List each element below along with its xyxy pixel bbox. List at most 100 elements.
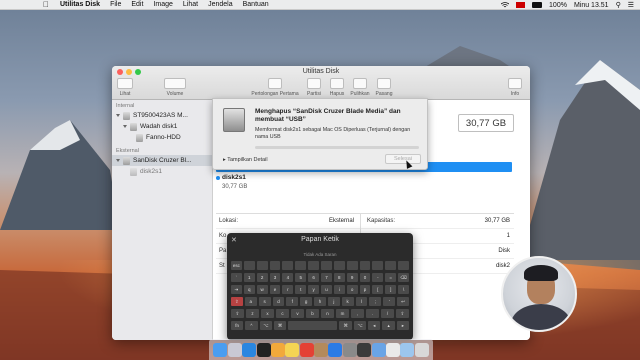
mount-button[interactable] — [377, 78, 391, 89]
finder-window-icon[interactable] — [400, 342, 415, 357]
keyboard-key[interactable]: ▸ — [396, 321, 410, 330]
keyboard-key[interactable]: ' — [383, 297, 396, 306]
first-aid-button[interactable] — [268, 78, 282, 89]
keyboard-key[interactable]: ⇧ — [231, 309, 244, 318]
partition-button[interactable] — [307, 78, 321, 89]
disclosure-triangle-icon[interactable] — [123, 125, 127, 128]
erase-button[interactable] — [330, 78, 344, 89]
notification-center-icon[interactable]: ☰ — [628, 1, 634, 9]
keyboard-key[interactable]: ⇥ — [231, 285, 242, 294]
keyboard-key[interactable]: - — [372, 273, 384, 282]
info-button[interactable] — [508, 78, 522, 89]
keyboard-key[interactable]: ; — [369, 297, 382, 306]
keyboard-key[interactable]: ▴ — [382, 321, 395, 330]
keyboard-key[interactable]: e — [269, 285, 281, 294]
keyboard-key[interactable] — [372, 261, 384, 270]
keyboard-key[interactable] — [282, 261, 294, 270]
keyboard-key[interactable]: j — [327, 297, 340, 306]
keyboard-key[interactable]: 1 — [243, 273, 255, 282]
wifi-icon[interactable] — [500, 2, 510, 8]
keyboard-key[interactable]: a — [244, 297, 257, 306]
battery-icon[interactable] — [532, 2, 543, 8]
menu-image[interactable]: Image — [153, 1, 172, 8]
show-details-toggle[interactable]: ▸ Tampilkan Detail — [223, 157, 268, 163]
keyboard-key[interactable]: / — [381, 309, 394, 318]
keyboard-key[interactable]: 4 — [282, 273, 294, 282]
view-button[interactable] — [117, 78, 133, 89]
keyboard-key[interactable] — [346, 261, 358, 270]
keyboard-key[interactable]: n — [321, 309, 334, 318]
sidebar-item-internal-disk[interactable]: ST9500423AS M... — [112, 110, 212, 121]
menu-edit[interactable]: Edit — [131, 1, 143, 8]
preview-icon[interactable] — [371, 342, 386, 357]
keyboard-key[interactable]: esc — [231, 261, 242, 270]
keyboard-key[interactable]: ⇧ — [396, 309, 409, 318]
photos-icon[interactable] — [270, 342, 285, 357]
apple-menu-icon[interactable]:  — [40, 0, 52, 9]
volume-button[interactable] — [164, 78, 186, 89]
keyboard-key[interactable]: \ — [398, 285, 410, 294]
menu-window[interactable]: Jendela — [208, 1, 233, 8]
trash-icon[interactable] — [414, 342, 429, 357]
keyboard-key[interactable]: 0 — [359, 273, 371, 282]
keyboard-key[interactable]: = — [385, 273, 397, 282]
keyboard-key[interactable]: d — [272, 297, 285, 306]
keyboard-key[interactable]: ` — [231, 273, 242, 282]
keyboard-key[interactable] — [256, 261, 268, 270]
keyboard-key[interactable]: h — [314, 297, 326, 306]
keyboard-key[interactable] — [321, 261, 332, 270]
launchpad-icon[interactable] — [227, 342, 242, 357]
keyboard-key[interactable]: t — [295, 285, 307, 294]
keyboard-key[interactable]: 3 — [269, 273, 281, 282]
keyboard-key[interactable]: 9 — [346, 273, 358, 282]
sidebar-item-usb-disk[interactable]: SanDisk Cruzer Bl... — [112, 155, 212, 166]
keyboard-key[interactable]: x — [261, 309, 274, 318]
chrome-icon[interactable] — [299, 342, 314, 357]
keyboard-key[interactable]: c — [276, 309, 289, 318]
safari-icon[interactable] — [242, 342, 257, 357]
keyboard-key[interactable] — [288, 321, 338, 330]
notes-icon[interactable] — [285, 342, 300, 357]
restore-button[interactable] — [353, 78, 367, 89]
keyboard-key[interactable] — [243, 261, 255, 270]
disclosure-triangle-icon[interactable] — [116, 159, 120, 162]
keyboard-key[interactable]: ⌘ — [339, 321, 352, 330]
keyboard-key[interactable]: fn — [231, 321, 244, 330]
keyboard-key[interactable]: w — [256, 285, 268, 294]
keyboard-key[interactable]: 5 — [295, 273, 307, 282]
sidebar-item-container[interactable]: Wadah disk1 — [112, 121, 212, 132]
keyboard-key[interactable]: ⌥ — [353, 321, 367, 330]
menu-app-name[interactable]: Utilitas Disk — [60, 1, 100, 8]
keyboard-key[interactable]: s — [258, 297, 271, 306]
settings-icon[interactable] — [342, 342, 357, 357]
disclosure-triangle-icon[interactable]: ▸ — [223, 157, 226, 163]
keyboard-key[interactable]: ⌥ — [259, 321, 272, 330]
keyboard-key[interactable]: l — [355, 297, 368, 306]
keyboard-key[interactable] — [333, 261, 345, 270]
keyboard-key[interactable]: 6 — [308, 273, 320, 282]
keyboard-key[interactable]: . — [366, 309, 379, 318]
disclosure-triangle-icon[interactable] — [116, 114, 120, 117]
menu-file[interactable]: File — [110, 1, 121, 8]
keyboard-key[interactable]: z — [246, 309, 259, 318]
keyboard-key[interactable] — [308, 261, 320, 270]
keyboard-key[interactable]: p — [359, 285, 371, 294]
sidebar-item-partition[interactable]: disk2s1 — [112, 166, 212, 177]
keyboard-key[interactable]: ◂ — [368, 321, 381, 330]
flag-input-icon[interactable] — [516, 2, 526, 8]
finder-icon[interactable] — [213, 342, 228, 357]
keyboard-icon[interactable] — [385, 342, 400, 357]
keyboard-key[interactable]: k — [341, 297, 354, 306]
keyboard-key[interactable]: u — [321, 285, 332, 294]
keyboard-key[interactable] — [359, 261, 371, 270]
keyboard-key[interactable]: m — [336, 309, 349, 318]
keyboard-key[interactable]: ↩ — [397, 297, 409, 306]
keyboard-key[interactable]: v — [291, 309, 304, 318]
appstore-icon[interactable] — [328, 342, 343, 357]
keyboard-key[interactable]: ⌫ — [398, 273, 410, 282]
keyboard-key[interactable]: ⇪ — [231, 297, 243, 306]
keyboard-key[interactable]: r — [282, 285, 294, 294]
keyboard-key[interactable]: 2 — [256, 273, 268, 282]
keyboard-key[interactable]: f — [286, 297, 299, 306]
keyboard-key[interactable]: b — [306, 309, 319, 318]
